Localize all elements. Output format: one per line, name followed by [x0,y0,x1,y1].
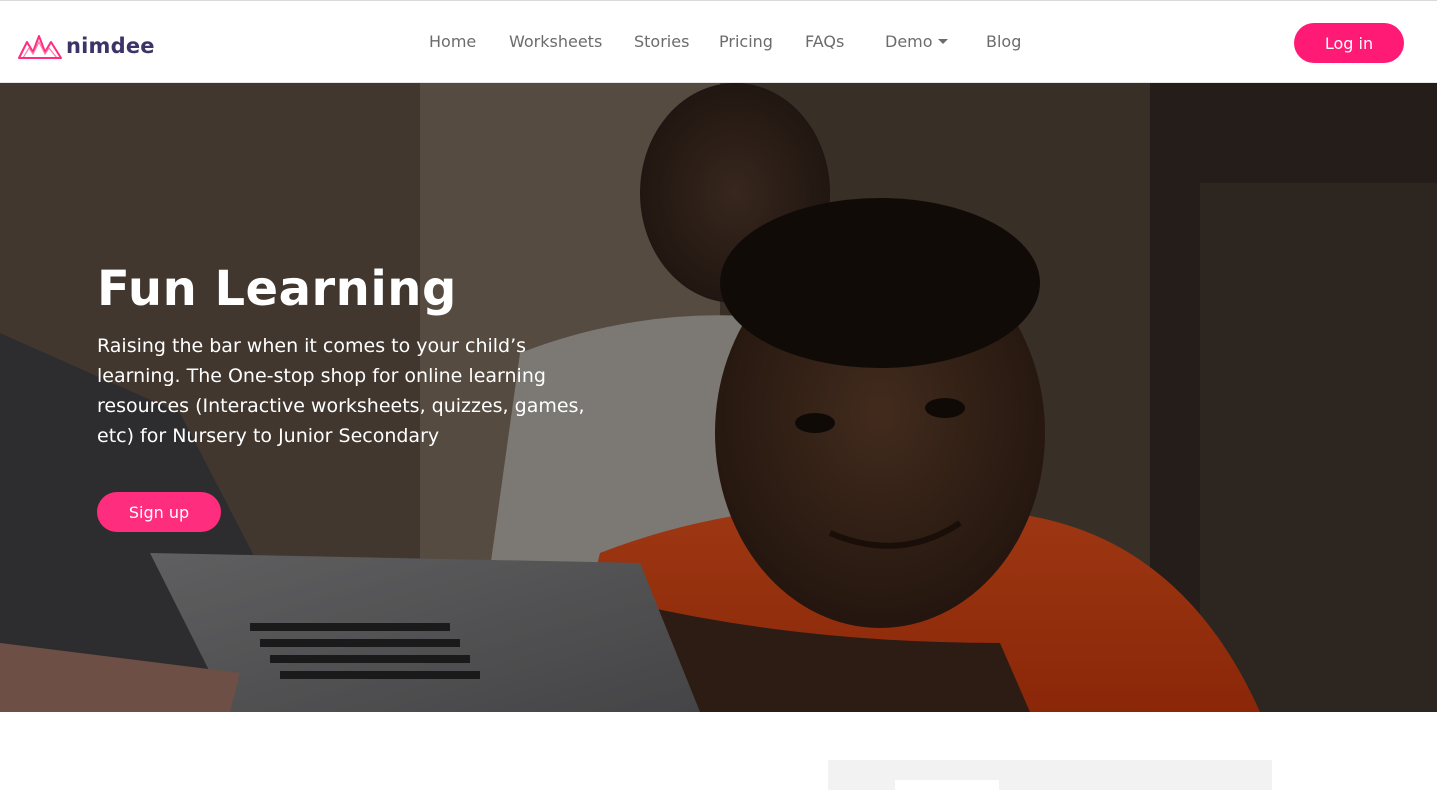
nav-blog[interactable]: Blog [986,32,1021,51]
brand-name: nimdee [66,34,155,58]
login-button[interactable]: Log in [1294,23,1404,63]
nav-pricing[interactable]: Pricing [719,32,773,51]
hero-subtitle: Raising the bar when it comes to your ch… [97,335,585,447]
signup-button[interactable]: Sign up [97,492,221,532]
top-navbar: nimdee Home Worksheets Stories Pricing F… [0,0,1437,83]
content-image-inner [895,780,999,790]
chevron-down-icon [937,39,948,44]
nav-faqs[interactable]: FAQs [805,32,844,51]
brand-logo[interactable]: nimdee [17,31,155,61]
content-image-placeholder [828,760,1272,790]
nav-home[interactable]: Home [429,32,476,51]
crown-icon [17,32,63,60]
nav-demo-dropdown[interactable]: Demo [885,32,948,51]
nav-worksheets[interactable]: Worksheets [509,32,602,51]
nav-demo-label: Demo [885,32,933,51]
content-section [0,712,1437,790]
hero-title: Fun Learning [97,261,457,317]
hero-section: Fun Learning Raising the bar when it com… [0,83,1437,712]
nav-stories[interactable]: Stories [634,32,689,51]
